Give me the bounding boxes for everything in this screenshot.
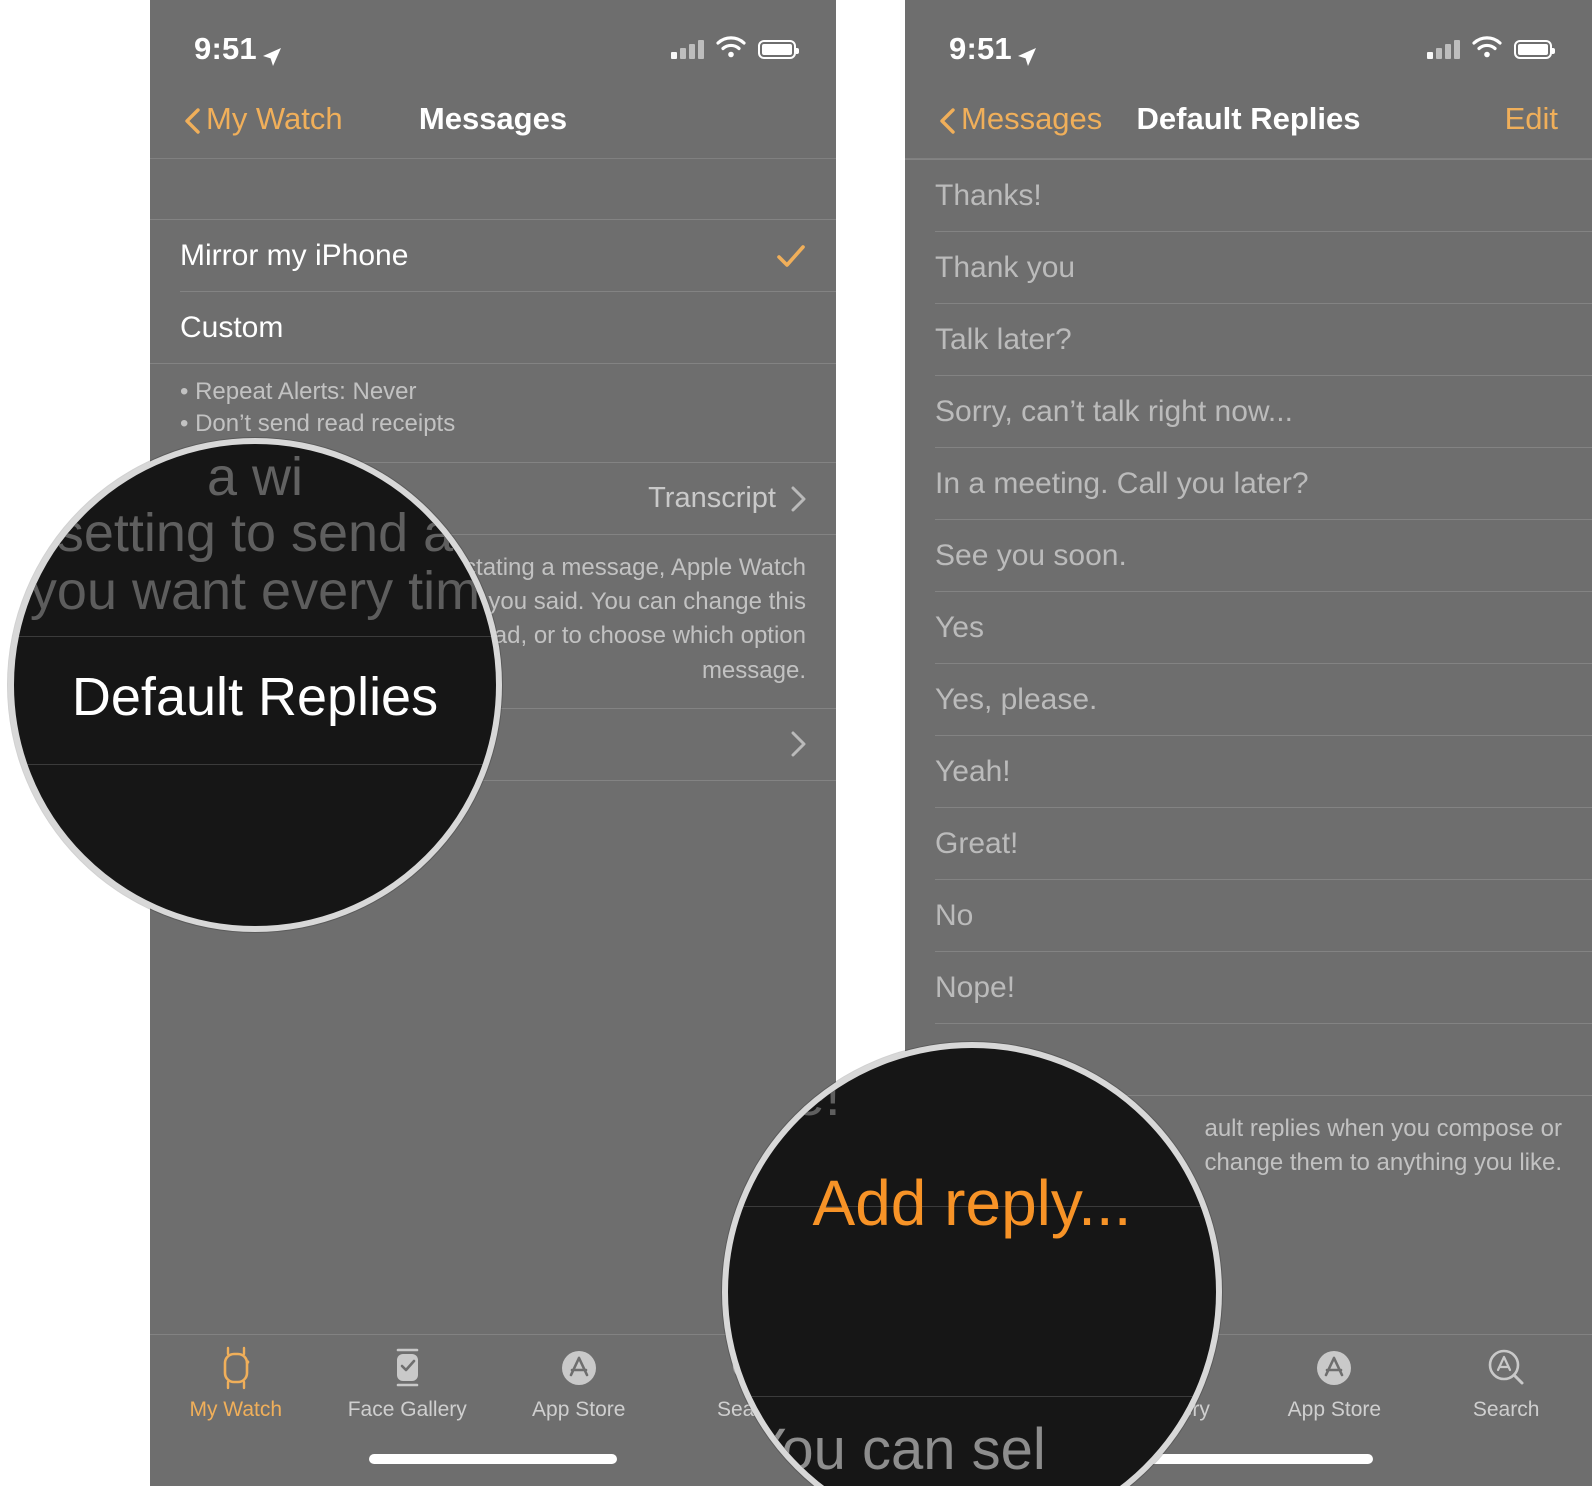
tab-label: App Store [1287, 1398, 1382, 1421]
reply-label: Yeah! [935, 754, 1011, 788]
back-button[interactable]: Messages [939, 101, 1102, 137]
list-item-label: Mirror my iPhone [180, 238, 409, 272]
watch-icon [216, 1345, 256, 1391]
status-time-group: 9:51 [949, 31, 1037, 67]
tab-label: Face Gallery [347, 1398, 467, 1421]
reply-label: Thanks! [935, 178, 1042, 212]
screenshot-root: 9:51 My Watch Messages Mirror my iPhone … [0, 0, 1592, 1486]
reply-label: Yes [935, 610, 984, 644]
list-item-custom[interactable]: Custom [150, 292, 836, 363]
status-indicators [671, 35, 799, 63]
wifi-icon [1472, 35, 1502, 63]
reply-label: Thank you [935, 250, 1076, 284]
cellular-signal-icon [1427, 39, 1460, 59]
status-time: 9:51 [949, 31, 1012, 66]
tab-app-store[interactable]: App Store [493, 1345, 665, 1443]
status-bar: 9:51 [905, 0, 1592, 80]
list-item-reply[interactable]: See you soon. [905, 520, 1592, 591]
magnifier-callout-default-replies: a wi setting to send a you want every ti… [8, 438, 502, 932]
reply-label: Talk later? [935, 322, 1072, 356]
list-item-reply[interactable]: Yeah! [905, 736, 1592, 807]
chevron-left-icon [184, 106, 200, 134]
reply-label: No [935, 898, 974, 932]
chevron-left-icon [939, 106, 955, 134]
status-indicators [1427, 35, 1555, 63]
tab-app-store[interactable]: App Store [1249, 1345, 1421, 1443]
list-item-mirror-my-iphone[interactable]: Mirror my iPhone [150, 220, 836, 291]
magnified-divider [14, 764, 496, 765]
list-item-reply[interactable]: No [905, 880, 1592, 951]
checkmark-icon [776, 243, 806, 269]
tab-label: Search [1472, 1398, 1540, 1421]
list-item-reply[interactable]: Great! [905, 808, 1592, 879]
magnifier-callout-add-reply: ope! Add reply... You can sel [722, 1042, 1222, 1486]
bullet-line: • Repeat Alerts: Never [180, 378, 417, 405]
tab-search[interactable]: Search [1420, 1345, 1592, 1443]
bullet-line: • Don’t send read receipts [180, 410, 456, 438]
watch-face-icon [387, 1345, 427, 1391]
list-item-reply[interactable]: Yes [905, 592, 1592, 663]
list-item-reply[interactable]: Thanks! [905, 160, 1592, 231]
list-item-reply[interactable]: In a meeting. Call you later? [905, 448, 1592, 519]
search-app-store-icon [1484, 1345, 1528, 1391]
magnified-ghost-text: you want every tim [29, 561, 481, 621]
magnified-ghost-text: a wi [206, 447, 304, 507]
location-arrow-icon [1017, 39, 1037, 66]
battery-icon [1514, 39, 1555, 59]
cellular-signal-icon [671, 39, 704, 59]
reply-label: Nope! [935, 970, 1016, 1004]
status-bar: 9:51 [150, 0, 836, 80]
back-button-label: Messages [961, 101, 1103, 136]
magnified-add-reply-label[interactable]: Add reply... [728, 1166, 1216, 1240]
magnified-ghost-text: setting to send a [56, 503, 454, 563]
app-store-icon [1312, 1345, 1356, 1391]
nav-bar: Messages Default Replies Edit [905, 80, 1592, 158]
home-indicator[interactable] [369, 1454, 617, 1464]
back-button-label: My Watch [206, 101, 343, 136]
app-store-icon [557, 1345, 601, 1391]
status-time-group: 9:51 [194, 31, 282, 67]
magnified-ghost-text: You can sel [748, 1417, 1046, 1482]
list-item-label: Custom [180, 310, 284, 344]
magnified-ghost-text: ope! [728, 1063, 841, 1128]
tab-my-watch[interactable]: My Watch [150, 1345, 322, 1443]
chevron-right-icon [790, 486, 806, 512]
list-item-value: Transcript [648, 482, 776, 515]
battery-icon [758, 39, 799, 59]
reply-label: See you soon. [935, 538, 1127, 572]
magnified-divider [14, 636, 496, 637]
reply-label: Great! [935, 826, 1019, 860]
magnified-default-replies-label[interactable]: Default Replies [14, 666, 496, 728]
list-item-reply[interactable]: Sorry, can’t talk right now... [905, 376, 1592, 447]
list-item-reply[interactable]: Yes, please. [905, 664, 1592, 735]
wifi-icon [716, 35, 746, 63]
magnified-divider [728, 1396, 1216, 1397]
reply-label: Sorry, can’t talk right now... [935, 394, 1293, 428]
reply-label: In a meeting. Call you later? [935, 466, 1309, 500]
list-item-reply[interactable]: Nope! [905, 952, 1592, 1023]
status-time: 9:51 [194, 31, 257, 66]
back-button[interactable]: My Watch [184, 101, 343, 137]
tab-label: App Store [532, 1398, 626, 1421]
reply-label: Yes, please. [935, 682, 1098, 716]
location-arrow-icon [262, 39, 282, 66]
list-item-reply[interactable]: Talk later? [905, 304, 1592, 375]
edit-button[interactable]: Edit [1505, 101, 1558, 137]
tab-face-gallery[interactable]: Face Gallery [322, 1345, 494, 1443]
chevron-right-icon [790, 731, 806, 757]
tab-label: My Watch [189, 1398, 283, 1421]
nav-bar: My Watch Messages [150, 80, 836, 158]
list-item-reply[interactable]: Thank you [905, 232, 1592, 303]
